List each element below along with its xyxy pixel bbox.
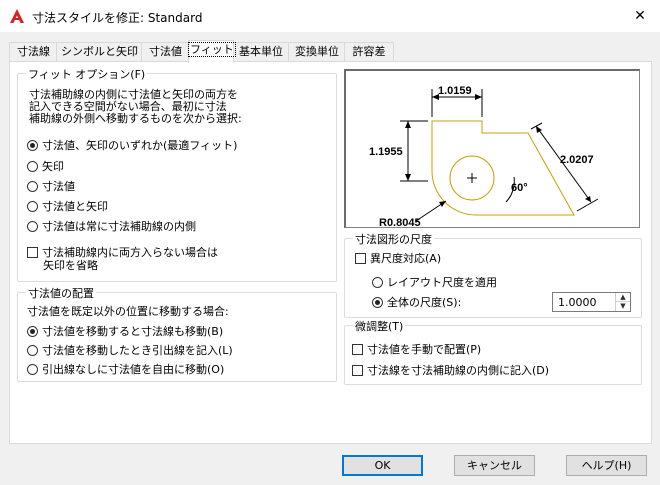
tab-primary-units[interactable]: 基本単位 — [232, 42, 290, 62]
radio-indicator — [27, 363, 38, 375]
tab-dimension-lines[interactable]: 寸法線 — [9, 42, 58, 62]
radio-indicator — [372, 296, 383, 308]
tab-symbols-arrows[interactable]: シンボルと矢印 — [56, 42, 143, 62]
suppress-arrows-checkbox[interactable]: 寸法補助線内に両方入らない場合は — [27, 244, 218, 260]
preview-part-outline — [431, 120, 575, 216]
tab-text[interactable]: 寸法値 — [141, 42, 190, 62]
help-button[interactable]: ヘルプ(H) — [566, 455, 647, 476]
cancel-button[interactable]: キャンセル — [454, 455, 535, 476]
radio-indicator — [27, 325, 38, 337]
overall-scale-value[interactable]: 1.0000 — [558, 296, 597, 309]
radio-indicator — [27, 180, 38, 192]
radio-indicator — [27, 344, 38, 356]
preview-radius: R0.8045 — [379, 217, 421, 226]
radio-indicator — [27, 200, 38, 212]
title-bar: 寸法スタイルを修正: Standard ✕ — [0, 0, 660, 32]
radio-move-dimension-line[interactable]: 寸法値を移動すると寸法線も移動(B) — [27, 323, 223, 339]
spinner-up-icon[interactable]: ▲ — [616, 293, 630, 302]
autocad-logo-icon — [10, 9, 24, 23]
radio-overall-scale[interactable]: 全体の尺度(S): — [372, 294, 461, 310]
tab-alternate-units[interactable]: 変換単位 — [288, 42, 346, 62]
tab-tolerances[interactable]: 許容差 — [344, 42, 394, 62]
preview-pane: 1.0159 1.1955 2.0207 60° R0.8045 — [344, 69, 640, 228]
tab-fit[interactable]: フィット — [188, 40, 236, 63]
manual-text-placement-checkbox[interactable]: 寸法値を手動で配置(P) — [352, 341, 481, 357]
ok-button[interactable]: OK — [342, 455, 423, 476]
preview-drawing: 1.0159 1.1955 2.0207 60° R0.8045 — [369, 85, 599, 226]
radio-arrows[interactable]: 矢印 — [27, 158, 64, 174]
close-icon: ✕ — [634, 8, 646, 24]
text-placement-title: 寸法値の配置 — [26, 285, 96, 301]
radio-indicator — [372, 276, 383, 288]
radio-no-leader[interactable]: 引出線なしに寸法値を自由に移動(O) — [27, 361, 224, 377]
suppress-arrows-label-line-2: 矢印を省略 — [43, 259, 98, 272]
radio-text-and-arrows[interactable]: 寸法値と矢印 — [27, 198, 108, 214]
fit-options-title: フィット オプション(F) — [26, 66, 148, 82]
preview-dim-right: 2.0207 — [560, 154, 594, 166]
overall-scale-spinner[interactable]: 1.0000 ▲ ▼ — [552, 292, 631, 312]
draw-dim-line-between-checkbox[interactable]: 寸法線を寸法補助線の内側に記入(D) — [352, 362, 549, 378]
radio-add-leader[interactable]: 寸法値を移動したとき引出線を記入(L) — [27, 342, 233, 358]
checkbox-indicator — [27, 246, 38, 258]
checkbox-indicator — [355, 252, 366, 264]
radio-indicator — [27, 139, 38, 151]
spinner-buttons: ▲ ▼ — [615, 293, 630, 311]
close-button[interactable]: ✕ — [620, 0, 660, 32]
radio-text[interactable]: 寸法値 — [27, 178, 75, 194]
radio-text-always-inside[interactable]: 寸法値は常に寸法補助線の内側 — [27, 218, 196, 234]
radio-indicator — [27, 160, 38, 172]
scale-title: 寸法図形の尺度 — [353, 231, 434, 247]
checkbox-indicator — [352, 364, 363, 376]
preview-angle: 60° — [511, 182, 528, 194]
radio-best-fit[interactable]: 寸法値、矢印のいずれか(最適フィット) — [27, 137, 237, 153]
radio-scale-to-layout[interactable]: レイアウト尺度を適用 — [372, 274, 497, 290]
window-title: 寸法スタイルを修正: Standard — [32, 11, 203, 25]
preview-dim-left: 1.1955 — [369, 146, 403, 158]
checkbox-indicator — [352, 343, 363, 355]
preview-dim-top: 1.0159 — [438, 85, 472, 97]
spinner-down-icon[interactable]: ▼ — [616, 302, 630, 311]
radio-indicator — [27, 220, 38, 232]
annotative-checkbox[interactable]: 異尺度対応(A) — [355, 250, 441, 266]
text-placement-description: 寸法値を既定以外の位置に移動する場合: — [27, 305, 229, 318]
fit-description-line-3: 補助線の外側へ移動するものを次から選択: — [29, 112, 242, 125]
fine-tuning-title: 微調整(T) — [353, 318, 406, 334]
